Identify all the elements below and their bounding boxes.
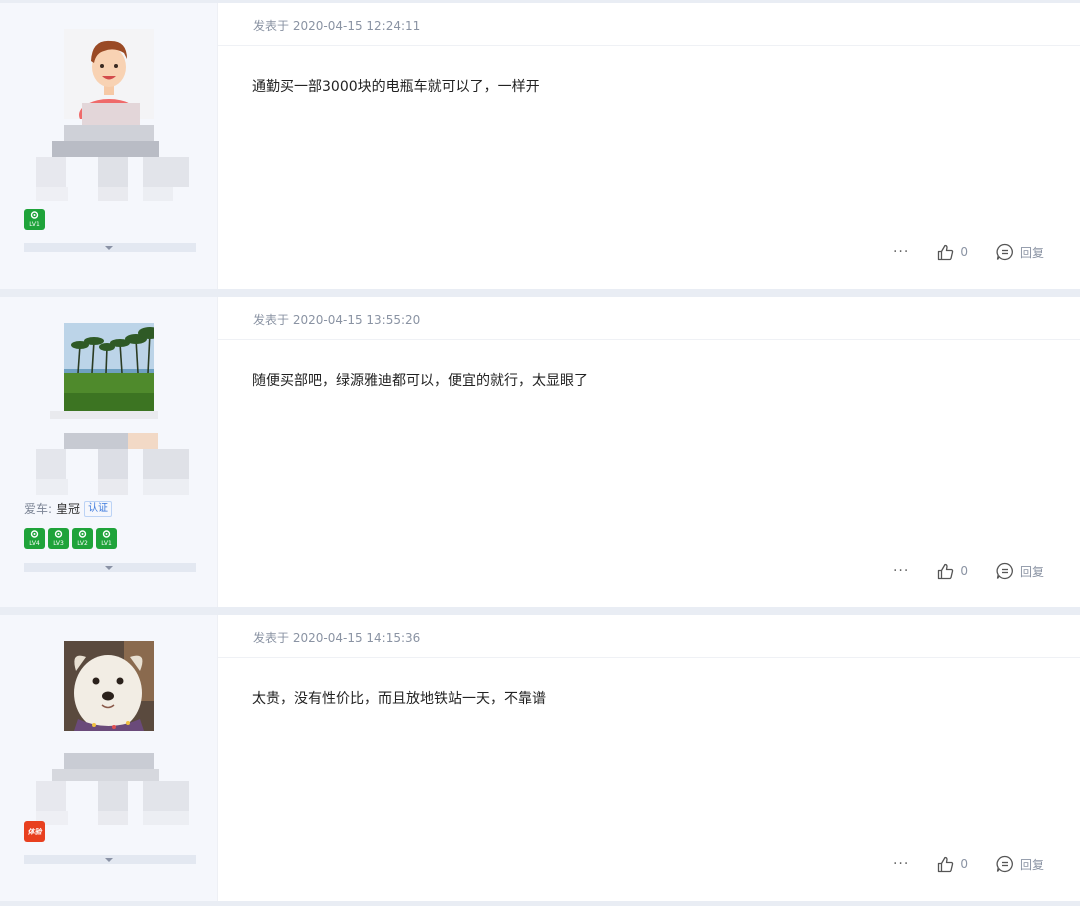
post-content: 通勤买一部3000块的电瓶车就可以了，一样开 [252,79,540,95]
level-badges: LV4 LV3 LV2 LV1 [24,528,117,549]
time-prefix: 发表于 [253,19,290,33]
level-badge[interactable]: LV3 [48,528,69,549]
car-info: 爱车: 皇冠 认证 [24,500,113,517]
reply-button[interactable]: 回复 [996,562,1044,580]
post-meta: 发表于 2020-04-15 13:55:20 [253,311,420,328]
car-label: 爱车: [24,502,53,516]
flower-icon [54,530,63,538]
level-badge-text: LV1 [101,540,112,547]
divider [218,339,1080,340]
flower-icon [30,530,39,538]
chat-bubble-icon [996,243,1013,261]
caret-down-icon [105,858,113,862]
thumbs-up-icon [938,563,954,579]
more-options-button[interactable]: ··· [893,244,909,260]
expand-profile-button[interactable] [24,243,196,252]
more-options-button[interactable]: ··· [893,563,909,579]
divider [218,45,1080,46]
more-options-button[interactable]: ··· [893,856,909,872]
like-count: 0 [960,245,968,259]
post-actions: ··· 0 回复 [893,243,1044,261]
flower-icon [102,530,111,538]
like-count: 0 [960,564,968,578]
expand-profile-button[interactable] [24,563,196,572]
expand-profile-button[interactable] [24,855,196,864]
reply-button[interactable]: 回复 [996,243,1044,261]
user-sidebar: LV1 [0,3,218,289]
flower-icon [30,211,39,219]
chat-bubble-icon [996,562,1013,580]
post-content: 随便买部吧，绿源雅迪都可以，便宜的就行，太显眼了 [252,373,588,389]
post-actions: ··· 0 回复 [893,855,1044,873]
level-badge[interactable]: LV1 [96,528,117,549]
user-sidebar: 体验 [0,615,218,901]
user-avatar[interactable] [64,641,154,731]
level-badges: LV1 [24,209,45,230]
like-button[interactable]: 0 [937,563,968,580]
level-badge[interactable]: LV2 [72,528,93,549]
trial-badge[interactable]: 体验 [24,821,45,842]
reply-post: 体验 发表于 2020-04-15 14:15:36 太贵，没有性价比，而且放地… [0,615,1080,901]
caret-down-icon [105,566,113,570]
like-button[interactable]: 0 [937,856,968,873]
user-sidebar: 爱车: 皇冠 认证 LV4 LV3 LV2 LV1 [0,297,218,607]
post-actions: ··· 0 回复 [893,562,1044,580]
level-badges: 体验 [24,821,45,842]
level-badge-text: LV2 [77,540,88,547]
time-prefix: 发表于 [253,631,290,645]
post-meta: 发表于 2020-04-15 12:24:11 [253,17,420,34]
reply-label: 回复 [1019,857,1044,872]
like-button[interactable]: 0 [937,244,968,261]
level-badge-text: LV4 [29,540,40,547]
like-count: 0 [960,857,968,871]
cert-badge: 认证 [84,500,113,517]
post-time: 2020-04-15 14:15:36 [292,631,421,645]
post-content: 太贵，没有性价比，而且放地铁站一天，不靠谱 [252,691,546,707]
thumbs-up-icon [938,244,954,260]
thumbs-up-icon [938,856,954,872]
post-meta: 发表于 2020-04-15 14:15:36 [253,629,420,646]
flower-icon [78,530,87,538]
caret-down-icon [105,246,113,250]
level-badge-text: LV1 [29,221,40,228]
user-avatar[interactable] [64,323,154,413]
time-prefix: 发表于 [253,313,290,327]
car-name[interactable]: 皇冠 [56,500,80,517]
level-badge-text: 体验 [27,828,42,836]
reply-post: LV1 发表于 2020-04-15 12:24:11 通勤买一部3000块的电… [0,3,1080,289]
chat-bubble-icon [996,855,1013,873]
post-time: 2020-04-15 13:55:20 [292,313,421,327]
reply-label: 回复 [1019,564,1044,579]
level-badge-text: LV3 [53,540,64,547]
post-time: 2020-04-15 12:24:11 [292,19,421,33]
reply-button[interactable]: 回复 [996,855,1044,873]
level-badge[interactable]: LV4 [24,528,45,549]
reply-label: 回复 [1019,245,1044,260]
reply-post: 爱车: 皇冠 认证 LV4 LV3 LV2 LV1 发表于 2020-04-15… [0,297,1080,607]
divider [218,657,1080,658]
level-badge[interactable]: LV1 [24,209,45,230]
